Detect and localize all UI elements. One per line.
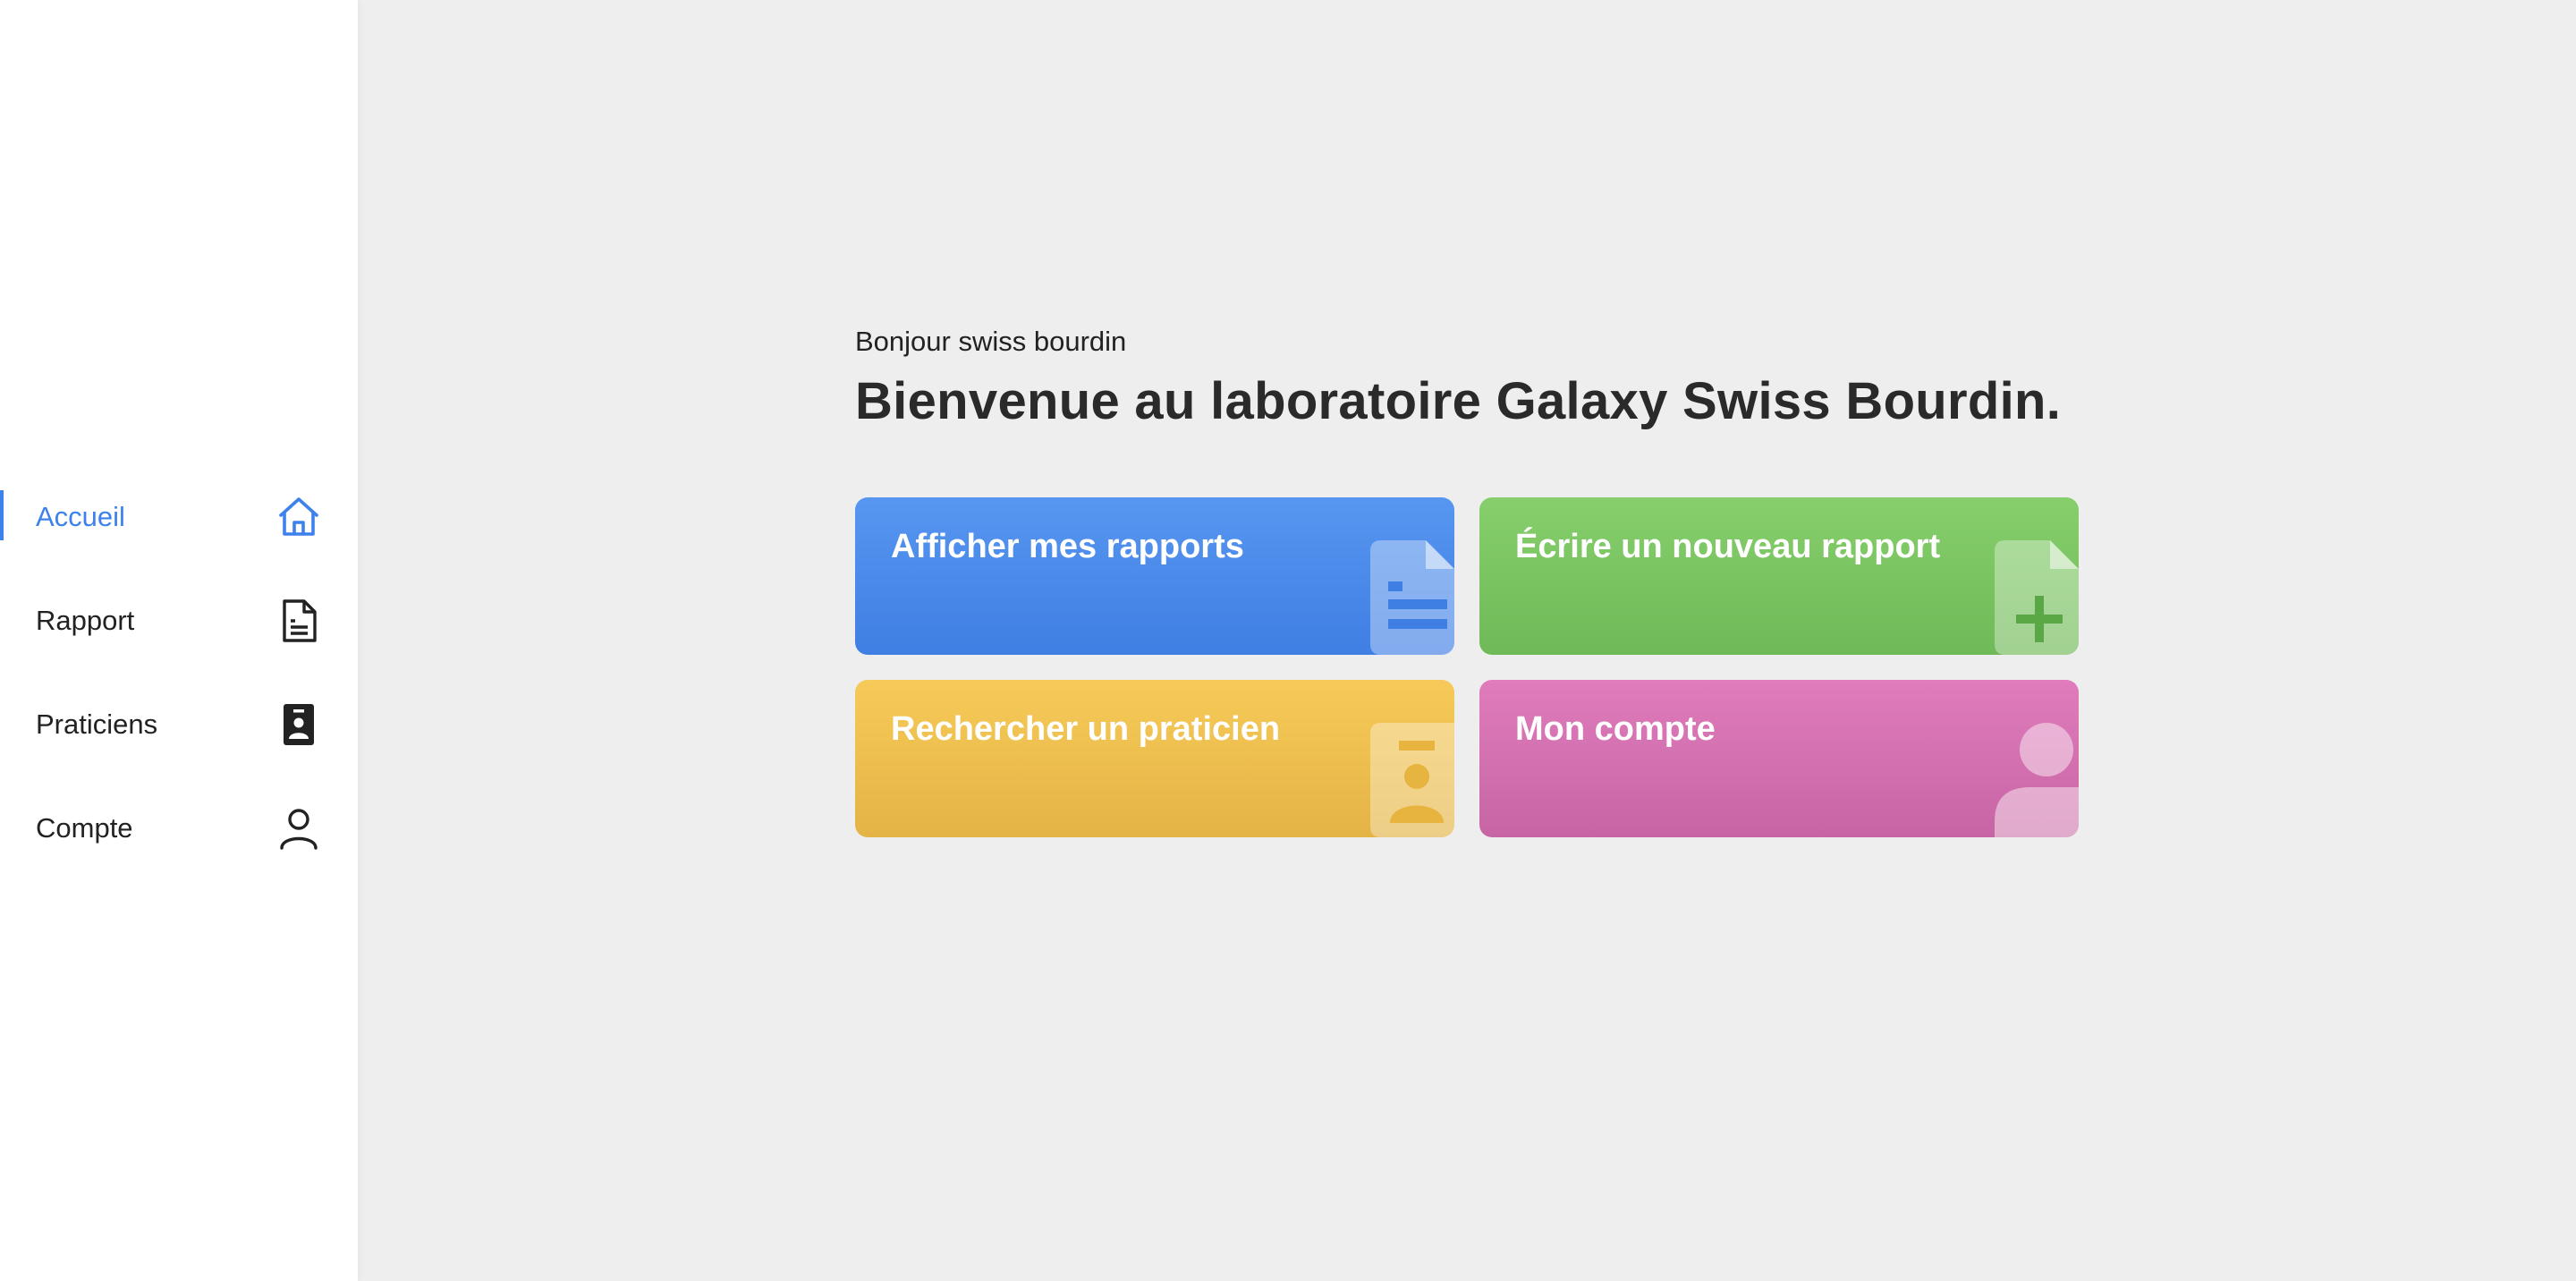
sidebar-item-accueil[interactable]: Accueil — [0, 465, 358, 569]
card-title: Afficher mes rapports — [891, 528, 1244, 565]
main-content: Bonjour swiss bourdin Bienvenue au labor… — [855, 324, 2080, 837]
sidebar: Accueil Rapport Praticiens Compte — [0, 0, 358, 1281]
sidebar-item-label: Praticiens — [36, 708, 158, 740]
card-title: Rechercher un praticien — [891, 710, 1281, 748]
sidebar-item-rapport[interactable]: Rapport — [0, 569, 358, 673]
app-root: Accueil Rapport Praticiens Compte Bonjou… — [0, 0, 2576, 1281]
card-title: Mon compte — [1515, 710, 1716, 748]
user-icon — [275, 805, 322, 852]
sidebar-nav: Accueil Rapport Praticiens Compte — [0, 465, 358, 880]
action-cards: Afficher mes rapports Écrire un nouveau … — [855, 497, 2080, 837]
contact-card-icon — [275, 701, 322, 748]
user-icon — [1995, 723, 2079, 837]
contact-card-icon — [1370, 723, 1454, 837]
view-reports-card[interactable]: Afficher mes rapports — [855, 497, 1454, 655]
card-title: Écrire un nouveau rapport — [1515, 528, 1941, 565]
sidebar-item-label: Accueil — [36, 501, 125, 532]
search-practitioner-card[interactable]: Rechercher un praticien — [855, 680, 1454, 837]
sidebar-item-praticiens[interactable]: Praticiens — [0, 673, 358, 776]
home-icon — [275, 494, 322, 540]
page-title: Bienvenue au laboratoire Galaxy Swiss Bo… — [855, 372, 2062, 430]
document-icon — [275, 598, 322, 644]
sidebar-item-label: Rapport — [36, 605, 135, 636]
document-add-icon — [1995, 540, 2079, 655]
greeting-text: Bonjour swiss bourdin — [855, 326, 1127, 357]
new-report-card[interactable]: Écrire un nouveau rapport — [1479, 497, 2079, 655]
sidebar-item-label: Compte — [36, 812, 133, 844]
document-icon — [1370, 540, 1454, 655]
my-account-card[interactable]: Mon compte — [1479, 680, 2079, 837]
sidebar-item-compte[interactable]: Compte — [0, 776, 358, 880]
